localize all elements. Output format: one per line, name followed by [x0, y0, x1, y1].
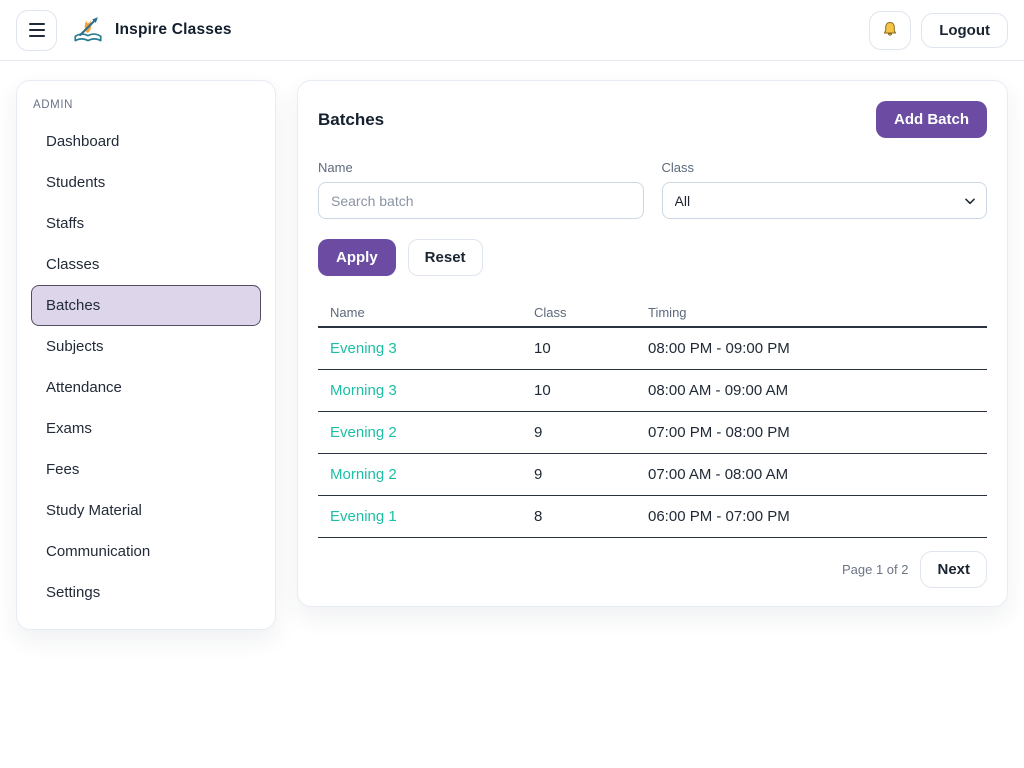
table-row: Evening 1 8 06:00 PM - 07:00 PM — [318, 496, 987, 538]
sidebar: ADMIN Dashboard Students Staffs Classes … — [16, 80, 276, 630]
batch-timing: 07:00 AM - 08:00 AM — [636, 466, 987, 483]
batch-name-link[interactable]: Evening 2 — [318, 424, 522, 441]
page-info: Page 1 of 2 — [842, 562, 909, 577]
bell-icon — [880, 20, 900, 40]
batch-class: 10 — [522, 382, 636, 399]
search-batch-input[interactable] — [318, 182, 644, 219]
brand: Inspire Classes — [71, 13, 232, 47]
batch-class: 8 — [522, 508, 636, 525]
app-title: Inspire Classes — [115, 21, 232, 39]
batch-class: 9 — [522, 466, 636, 483]
sidebar-item-classes[interactable]: Classes — [31, 244, 261, 285]
column-header-class: Class — [522, 305, 636, 320]
sidebar-item-settings[interactable]: Settings — [31, 572, 261, 613]
hamburger-menu-button[interactable] — [16, 10, 57, 51]
batch-timing: 07:00 PM - 08:00 PM — [636, 424, 987, 441]
apply-button[interactable]: Apply — [318, 239, 396, 276]
table-row: Evening 3 10 08:00 PM - 09:00 PM — [318, 328, 987, 370]
sidebar-nav: Dashboard Students Staffs Classes Batche… — [31, 121, 261, 613]
batch-timing: 06:00 PM - 07:00 PM — [636, 508, 987, 525]
table-row: Evening 2 9 07:00 PM - 08:00 PM — [318, 412, 987, 454]
sidebar-item-communication[interactable]: Communication — [31, 531, 261, 572]
reset-button[interactable]: Reset — [408, 239, 483, 276]
add-batch-button[interactable]: Add Batch — [876, 101, 987, 138]
sidebar-item-dashboard[interactable]: Dashboard — [31, 121, 261, 162]
next-page-button[interactable]: Next — [920, 551, 987, 588]
sidebar-item-study-material[interactable]: Study Material — [31, 490, 261, 531]
sidebar-section-label: ADMIN — [31, 97, 261, 121]
batch-timing: 08:00 PM - 09:00 PM — [636, 340, 987, 357]
table-header-row: Name Class Timing — [318, 298, 987, 328]
class-filter-select[interactable]: All — [662, 182, 988, 219]
table-row: Morning 3 10 08:00 AM - 09:00 AM — [318, 370, 987, 412]
batch-name-link[interactable]: Morning 3 — [318, 382, 522, 399]
hamburger-menu-icon — [29, 23, 45, 36]
sidebar-item-exams[interactable]: Exams — [31, 408, 261, 449]
column-header-timing: Timing — [636, 305, 987, 320]
page-title: Batches — [318, 110, 384, 130]
sidebar-item-subjects[interactable]: Subjects — [31, 326, 261, 367]
batch-class: 9 — [522, 424, 636, 441]
sidebar-item-students[interactable]: Students — [31, 162, 261, 203]
sidebar-item-attendance[interactable]: Attendance — [31, 367, 261, 408]
sidebar-item-staffs[interactable]: Staffs — [31, 203, 261, 244]
batch-name-link[interactable]: Evening 1 — [318, 508, 522, 525]
content-area: ADMIN Dashboard Students Staffs Classes … — [0, 61, 1024, 649]
class-filter-label: Class — [662, 160, 988, 175]
batches-panel: Batches Add Batch Name Class All — [297, 80, 1008, 607]
sidebar-item-batches[interactable]: Batches — [31, 285, 261, 326]
batch-timing: 08:00 AM - 09:00 AM — [636, 382, 987, 399]
topbar: Inspire Classes Logout — [0, 0, 1024, 61]
batches-table: Name Class Timing Evening 3 10 08:00 PM … — [318, 298, 987, 538]
batch-class: 10 — [522, 340, 636, 357]
name-filter-label: Name — [318, 160, 644, 175]
column-header-name: Name — [318, 305, 522, 320]
app-logo — [71, 13, 105, 47]
batch-name-link[interactable]: Morning 2 — [318, 466, 522, 483]
table-row: Morning 2 9 07:00 AM - 08:00 AM — [318, 454, 987, 496]
batch-name-link[interactable]: Evening 3 — [318, 340, 522, 357]
logout-button[interactable]: Logout — [921, 13, 1008, 48]
sidebar-item-fees[interactable]: Fees — [31, 449, 261, 490]
notifications-button[interactable] — [869, 11, 911, 50]
